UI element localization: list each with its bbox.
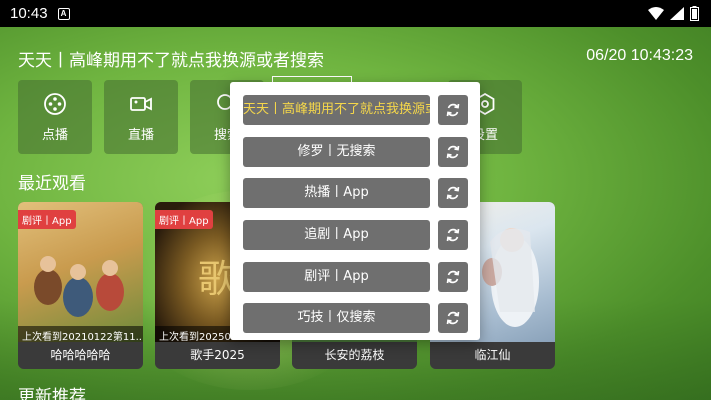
nav-label: 点播	[41, 127, 68, 143]
notification-icon: A	[57, 7, 70, 20]
refresh-icon	[446, 270, 460, 284]
refresh-icon	[446, 186, 460, 200]
clock-display: 06/20 10:43:23	[586, 47, 693, 64]
source-button-active[interactable]: 天天丨高峰期用不了就点我换源或者搜索	[243, 95, 430, 125]
refresh-icon	[446, 228, 460, 242]
card-title: 长安的荔枝	[292, 342, 417, 369]
source-button[interactable]: 追剧丨App	[243, 220, 430, 250]
nav-live-button[interactable]: 直播	[104, 80, 178, 154]
card-title: 临江仙	[430, 342, 555, 369]
video-camera-icon	[129, 92, 153, 116]
section-title-recent: 最近观看	[18, 174, 86, 194]
refresh-button[interactable]	[438, 220, 468, 250]
source-button[interactable]: 巧技丨仅搜索	[243, 303, 430, 333]
status-indicators	[648, 6, 699, 21]
status-bar: 10:43 A	[0, 0, 711, 27]
refresh-button[interactable]	[438, 262, 468, 292]
refresh-button[interactable]	[438, 137, 468, 167]
refresh-button[interactable]	[438, 178, 468, 208]
recent-card[interactable]: 剧评丨App 上次看到20210122第11... 哈哈哈哈哈	[18, 202, 143, 369]
refresh-icon	[446, 311, 460, 325]
status-time: 10:43	[10, 5, 48, 22]
nav-label: 直播	[127, 127, 154, 143]
source-badge: 剧评丨App	[155, 210, 213, 229]
refresh-button[interactable]	[438, 95, 468, 125]
nav-vod-button[interactable]: 点播	[18, 80, 92, 154]
source-button[interactable]: 热播丨App	[243, 178, 430, 208]
source-badge: 剧评丨App	[18, 210, 76, 229]
signal-icon	[670, 7, 684, 20]
watch-progress: 上次看到20210122第11...	[18, 326, 143, 342]
source-button[interactable]: 剧评丨App	[243, 262, 430, 292]
page-title: 天天丨高峰期用不了就点我换源或者搜索	[18, 51, 324, 71]
refresh-icon	[446, 103, 460, 117]
refresh-button[interactable]	[438, 303, 468, 333]
card-title: 歌手2025	[155, 342, 280, 369]
wifi-icon	[648, 7, 664, 20]
film-reel-icon	[43, 92, 67, 116]
source-selector-dialog: 天天丨高峰期用不了就点我换源或者搜索 修罗丨无搜索 热播丨App	[230, 82, 480, 340]
section-title-update: 更新推荐	[18, 387, 86, 400]
battery-icon	[690, 6, 699, 21]
card-title: 哈哈哈哈哈	[18, 342, 143, 369]
source-button[interactable]: 修罗丨无搜索	[243, 137, 430, 167]
refresh-icon	[446, 145, 460, 159]
